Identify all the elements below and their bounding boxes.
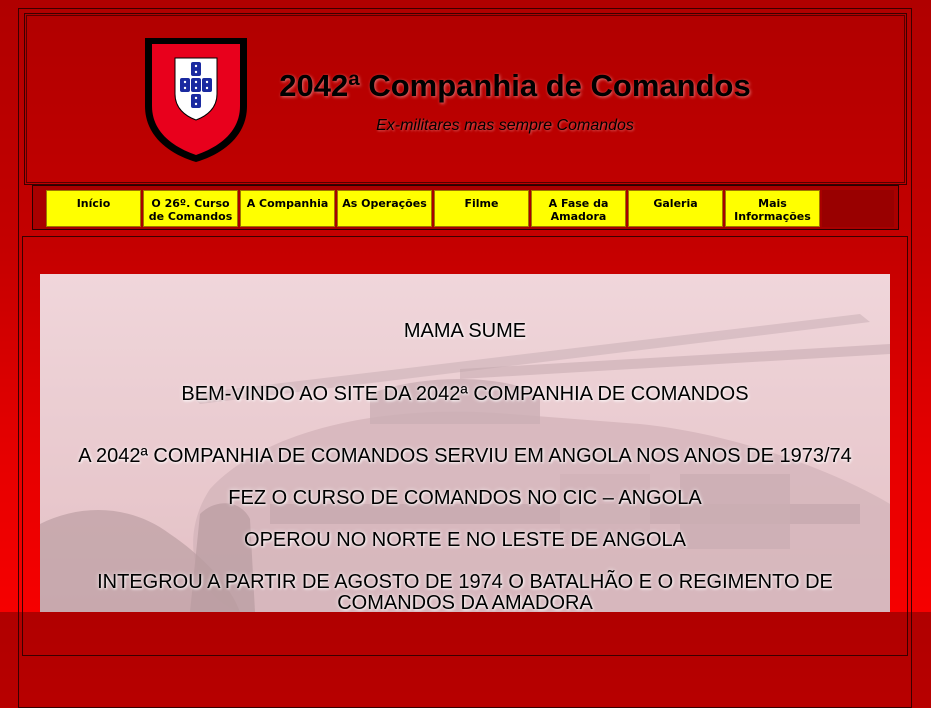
content-line-course: FEZ O CURSO DE COMANDOS NO CIC – ANGOLA (228, 487, 702, 509)
content-panel: MAMA SUME BEM-VINDO AO SITE DA 2042ª COM… (40, 274, 890, 612)
welcome-heading: BEM-VINDO AO SITE DA 2042ª COMPANHIA DE … (181, 383, 749, 405)
nav-item-fase-amadora[interactable]: A Fase da Amadora (531, 190, 626, 227)
site-subtitle: Ex-militares mas sempre Comandos (376, 117, 634, 134)
content-line-integration: INTEGROU A PARTIR DE AGOSTO DE 1974 O BA… (97, 571, 833, 593)
commando-shield-icon (145, 38, 247, 162)
site-title: 2042ª Companhia de Comandos (279, 68, 751, 103)
nav-item-mais-informacoes[interactable]: Mais Informações (725, 190, 820, 227)
motto-heading: MAMA SUME (403, 320, 527, 342)
nav-item-operacoes[interactable]: As Operações (337, 190, 432, 227)
nav-item-companhia[interactable]: A Companhia (240, 190, 335, 227)
nav-item-inicio[interactable]: Início (46, 190, 141, 227)
nav-item-curso[interactable]: O 26º. Curso de Comandos (143, 190, 238, 227)
main-nav: Início O 26º. Curso de Comandos A Compan… (46, 190, 820, 227)
nav-item-galeria[interactable]: Galeria (628, 190, 723, 227)
content-line-service: A 2042ª COMPANHIA DE COMANDOS SERVIU EM … (78, 445, 852, 467)
nav-filler (822, 190, 894, 227)
nav-item-filme[interactable]: Filme (434, 190, 529, 227)
content-line-operations: OPEROU NO NORTE E NO LESTE DE ANGOLA (244, 529, 686, 551)
content-line-amadora: COMANDOS DA AMADORA (337, 592, 593, 612)
